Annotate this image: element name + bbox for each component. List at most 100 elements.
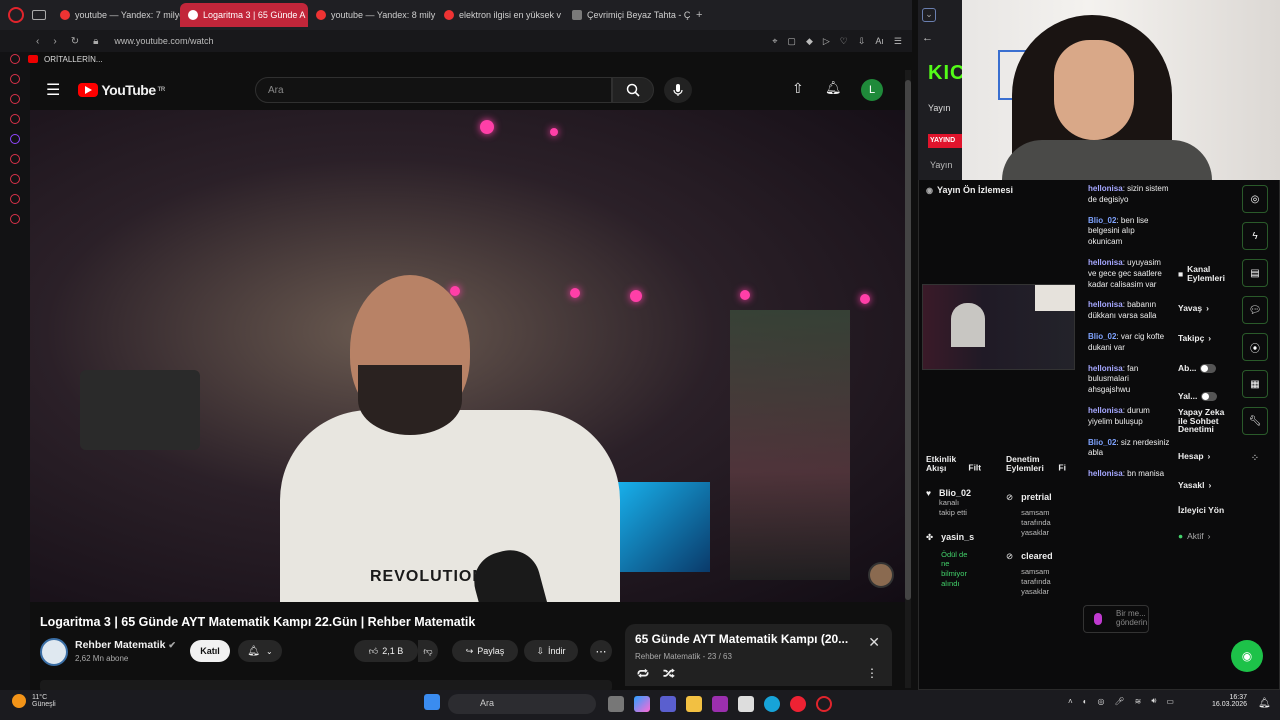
page-scrollbar[interactable] bbox=[905, 70, 911, 688]
action-toggle-2[interactable]: Yal... bbox=[1178, 391, 1218, 401]
settings-icon[interactable] bbox=[10, 214, 20, 224]
tab-1[interactable]: youtube — Yandex: 7 milyo bbox=[52, 3, 180, 27]
apps-icon[interactable]: ⁘ bbox=[1242, 444, 1268, 472]
twitch-icon[interactable] bbox=[10, 134, 20, 144]
tray-app-icon[interactable]: ◐ bbox=[1083, 697, 1088, 706]
volume-icon[interactable]: 🔊︎ bbox=[1151, 696, 1156, 706]
action-account[interactable]: Hesap › bbox=[1178, 451, 1210, 461]
weather-widget[interactable]: 11°C Güneşli bbox=[12, 694, 56, 708]
lightning-icon[interactable]: ϟ bbox=[1242, 222, 1268, 250]
microphone-icon[interactable]: 🎤︎ bbox=[1115, 697, 1125, 706]
loop-icon[interactable]: 🔁︎ bbox=[637, 666, 649, 683]
wifi-icon[interactable]: ≋ bbox=[1135, 697, 1142, 706]
chat-input[interactable]: Bir me... gönderin bbox=[1083, 605, 1149, 633]
url-field[interactable]: www.youtube.com/watch bbox=[114, 36, 213, 46]
app-p-icon[interactable] bbox=[712, 696, 728, 712]
toggle-switch[interactable] bbox=[1201, 391, 1218, 401]
dashboard-back-icon[interactable]: ← bbox=[922, 32, 962, 44]
battery-icon[interactable]: ▭ bbox=[1166, 697, 1174, 706]
chevron-up-icon[interactable]: ˄ bbox=[1068, 697, 1073, 706]
shield-icon[interactable]: ◆ bbox=[806, 36, 813, 47]
join-button[interactable]: Katıl bbox=[190, 640, 230, 662]
subscription-bell-button[interactable]: 🔔︎ ⌄ bbox=[238, 640, 282, 662]
menu-icon[interactable]: ☰ bbox=[894, 36, 902, 47]
stream-preview[interactable] bbox=[922, 284, 1075, 370]
workspaces-icon[interactable] bbox=[32, 10, 46, 20]
notification-icon[interactable]: 🔔︎ bbox=[1258, 698, 1271, 709]
sidebar-item-4-icon[interactable] bbox=[10, 114, 20, 124]
clock[interactable]: 16:37 16.03.2026 bbox=[1212, 694, 1247, 708]
tab-3[interactable]: youtube — Yandex: 8 mily bbox=[308, 3, 436, 27]
bookmark-item[interactable]: ORİTALLERİN... bbox=[44, 55, 103, 64]
shuffle-icon[interactable]: 🔀︎ bbox=[663, 666, 675, 683]
action-viewer-management[interactable]: İzleyici Yön bbox=[1178, 505, 1224, 515]
sidebar-item-3-icon[interactable] bbox=[10, 94, 20, 104]
notifications-bell-icon[interactable]: 🔔︎ bbox=[825, 80, 842, 96]
windows-start-icon[interactable] bbox=[424, 694, 440, 710]
layout-icon[interactable]: ▦ bbox=[1242, 370, 1268, 398]
more-actions-button[interactable]: ⋯ bbox=[590, 640, 612, 662]
camera-icon[interactable]: ◎ bbox=[1242, 185, 1268, 213]
action-slow-mode[interactable]: Yavaş › bbox=[1178, 303, 1209, 313]
search-input[interactable]: Ara bbox=[255, 77, 612, 103]
pin-icon[interactable]: ⌖ bbox=[772, 36, 777, 47]
reload-icon[interactable]: ↻ bbox=[71, 36, 79, 47]
upload-icon[interactable]: ⇧ bbox=[792, 80, 804, 97]
broadcast-icon[interactable]: ⦿ bbox=[1242, 333, 1268, 361]
youtube-logo[interactable]: YouTube TR bbox=[78, 82, 165, 98]
chat-mic-icon[interactable] bbox=[1094, 613, 1102, 625]
download-icon[interactable]: ⇩ bbox=[858, 36, 866, 47]
task-view-icon[interactable] bbox=[608, 696, 624, 712]
teams-icon[interactable] bbox=[660, 696, 676, 712]
document-icon[interactable]: ▤ bbox=[1242, 259, 1268, 287]
toggle-switch[interactable] bbox=[1200, 363, 1217, 373]
tray-app-icon[interactable]: ◎ bbox=[1098, 697, 1105, 706]
edge-icon[interactable] bbox=[764, 696, 780, 712]
collapse-icon[interactable]: ⌄ bbox=[922, 8, 936, 22]
chat-bubble-icon[interactable]: 💬︎ bbox=[1242, 296, 1268, 324]
close-playlist-icon[interactable]: ✕ bbox=[868, 634, 880, 651]
account-avatar[interactable]: L bbox=[861, 79, 883, 101]
scrollbar-thumb[interactable] bbox=[905, 80, 911, 600]
share-button[interactable]: ↪ Paylaş bbox=[452, 640, 518, 662]
taskbar-search[interactable]: Ara bbox=[448, 694, 596, 714]
tab-5[interactable]: Çevrimiçi Beyaz Tahta - Ç bbox=[564, 3, 692, 27]
hamburger-menu-icon[interactable]: ☰ bbox=[46, 80, 60, 100]
search-button[interactable] bbox=[612, 77, 654, 103]
dislike-button[interactable]: 👎︎ bbox=[418, 640, 438, 662]
sidebar-item-8-icon[interactable] bbox=[10, 194, 20, 204]
file-explorer-icon[interactable] bbox=[686, 696, 702, 712]
video-player[interactable]: REVOLUTION bbox=[30, 110, 906, 602]
action-active-status[interactable]: ● Aktif › bbox=[1178, 531, 1211, 541]
back-icon[interactable]: ‹ bbox=[36, 36, 39, 47]
history-icon[interactable] bbox=[10, 174, 20, 184]
sidebar-item-6-icon[interactable] bbox=[10, 154, 20, 164]
tab-2-active[interactable]: Logaritma 3 | 65 Günde A bbox=[180, 3, 308, 27]
sidebar-item-1-icon[interactable] bbox=[10, 54, 20, 64]
sidebar-item-2-icon[interactable] bbox=[10, 74, 20, 84]
tab-4[interactable]: elektron ilgisi en yüksek v bbox=[436, 3, 564, 27]
forward-icon[interactable]: › bbox=[53, 36, 56, 47]
action-banned[interactable]: Yasakl › bbox=[1178, 480, 1211, 490]
wrench-icon[interactable]: 🔧︎ bbox=[1242, 407, 1268, 435]
help-fab-button[interactable]: ◉ bbox=[1231, 640, 1263, 672]
playlist-more-icon[interactable]: ⋮ bbox=[866, 666, 878, 680]
chrome-icon[interactable] bbox=[790, 696, 806, 712]
snapshot-icon[interactable]: ▢ bbox=[787, 36, 796, 47]
action-toggle-1[interactable]: Ab... bbox=[1178, 363, 1217, 373]
heart-icon[interactable]: ♡ bbox=[840, 36, 848, 47]
store-icon[interactable] bbox=[738, 696, 754, 712]
channel-name[interactable]: Rehber Matematik ✔ bbox=[75, 639, 176, 651]
channel-watermark[interactable] bbox=[868, 562, 894, 588]
download-button[interactable]: ⇩ İndir bbox=[524, 640, 578, 662]
play-icon[interactable]: ▷ bbox=[823, 36, 830, 47]
action-ai-moderation[interactable]: Yapay Zeka ile Sohbet Denetimi bbox=[1178, 408, 1230, 434]
voice-search-button[interactable] bbox=[664, 77, 692, 103]
opera-taskbar-icon[interactable] bbox=[816, 696, 832, 712]
moderation-filter[interactable]: Fi bbox=[1058, 463, 1066, 473]
playlist-title[interactable]: 65 Günde AYT Matematik Kampı (20... bbox=[635, 632, 860, 646]
activity-filter[interactable]: Filt bbox=[968, 463, 981, 473]
ai-icon[interactable]: Aı bbox=[875, 36, 884, 47]
copilot-icon[interactable] bbox=[634, 696, 650, 712]
channel-avatar[interactable] bbox=[40, 638, 68, 666]
